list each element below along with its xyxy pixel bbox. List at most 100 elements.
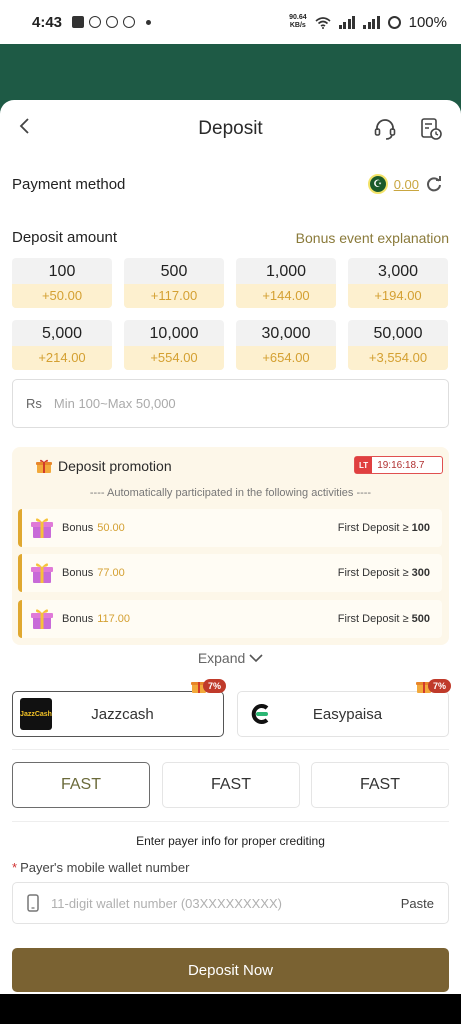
condition-threshold: 100 [411,522,430,534]
amount-input[interactable] [53,396,354,411]
amount-bonus: +554.00 [124,346,224,370]
deposit-history-button[interactable] [418,116,444,142]
deposit-header: Deposit [0,100,461,158]
condition-text: First Deposit ≥ [337,522,409,534]
amount-option[interactable]: 500 +117.00 [124,258,224,308]
history-icon [421,118,442,140]
paste-button[interactable]: Paste [401,896,434,911]
bonus-condition: First Deposit ≥ 500 [338,613,430,625]
payment-method-easypaisa[interactable]: Easypaisa 7% [237,679,452,737]
chevron-down-icon [249,654,263,663]
payer-info-note: Enter payer info for proper crediting [136,834,325,848]
gift-box-icon [31,518,53,538]
bonus-value: 50.00 [97,522,125,534]
badge-percent: 7% [203,679,227,693]
amount-value: 30,000 [261,325,311,342]
divider [12,821,449,822]
timer-value: 19:16:18.7 [377,459,425,471]
gift-box-icon [31,563,53,583]
wifi-icon [315,16,331,29]
amount-bonus: +654.00 [236,346,336,370]
gift-box-icon [31,609,53,629]
method-label: Easypaisa [312,705,383,723]
amount-value: 500 [160,263,188,280]
discount-badge: 7% [416,678,452,694]
promotion-subtitle: ---- Automatically participated in the f… [89,487,372,499]
wallet-balance: 0.00 [393,176,419,192]
amount-bonus: +50.00 [12,284,112,308]
limited-time-tag: LT [355,457,373,473]
channel-option-1[interactable]: FAST [12,762,150,808]
amount-option[interactable]: 3,000 +194.00 [348,258,448,308]
badge-percent: 7% [428,679,452,693]
currency-label: Rs [26,396,42,411]
expand-label: Expand [197,650,246,666]
bonus-value: 77.00 [97,567,125,579]
jazzcash-logo-text: JazzCash [20,710,52,718]
discount-badge: 7% [191,678,227,694]
whatsapp-icon [123,16,136,28]
channel-option-3[interactable]: FAST [311,762,449,808]
easypaisa-logo [247,700,275,728]
amount-bonus: +117.00 [124,284,224,308]
refresh-icon[interactable] [425,175,443,193]
bonus-condition: First Deposit ≥ 300 [338,567,430,579]
method-label: Jazzcash [91,705,154,723]
amount-option[interactable]: 30,000 +654.00 [236,320,336,370]
payment-method-jazzcash[interactable]: JazzCash Jazzcash 7% [12,679,227,737]
amount-bonus: +144.00 [236,284,336,308]
amount-value: 1,000 [265,263,307,280]
amount-bonus: +3,554.00 [348,346,448,370]
promotion-row: Bonus 50.00 First Deposit ≥ 100 [18,509,442,547]
facebook-icon [72,16,85,28]
amount-input-field[interactable]: Rs [12,379,449,428]
promotion-row: Bonus 77.00 First Deposit ≥ 300 [18,554,442,592]
amount-value: 5,000 [41,325,83,342]
customer-support-button[interactable] [372,116,398,142]
bonus-value: 117.00 [97,613,131,625]
amount-option[interactable]: 1,000 +144.00 [236,258,336,308]
amount-option[interactable]: 100 +50.00 [12,258,112,308]
deposit-now-button[interactable]: Deposit Now [12,948,449,992]
net-speed-value: 90.64 [289,14,307,21]
bonus-event-link[interactable]: Bonus event explanation [296,230,449,246]
phone-icon [27,894,39,912]
status-bar: 4:43 90.64 KB/s 100% [0,0,461,44]
battery-level: 100% [408,13,447,31]
amount-value: 100 [48,263,76,280]
amount-option[interactable]: 50,000 +3,554.00 [348,320,448,370]
pakistan-flag-icon: ☪ [367,174,388,194]
wallet-number-field[interactable]: Paste [12,882,449,924]
condition-threshold: 500 [411,613,430,625]
channel-option-2[interactable]: FAST [162,762,300,808]
promotion-row: Bonus 117.00 First Deposit ≥ 500 [18,600,442,638]
wallet-number-label: * Payer's mobile wallet number [12,860,189,875]
status-time: 4:43 [32,13,63,31]
amount-value: 50,000 [373,325,423,342]
bonus-label: Bonus [62,567,94,579]
required-marker: * [12,860,18,875]
expand-button[interactable]: Expand [0,650,461,666]
wallet-number-input[interactable] [51,895,351,911]
amount-option[interactable]: 5,000 +214.00 [12,320,112,370]
deposit-promotion-card: Deposit promotion LT 19:16:18.7 ---- Aut… [12,447,449,645]
wallet-number-label-text: Payer's mobile wallet number [20,860,190,875]
battery-icon [387,15,401,29]
condition-text: First Deposit ≥ [337,613,409,625]
bonus-label: Bonus [62,522,94,534]
deposit-sheet: Deposit Payment method ☪ 0.00 Deposit am… [0,100,461,994]
amount-option[interactable]: 10,000 +554.00 [124,320,224,370]
condition-text: First Deposit ≥ [337,567,409,579]
amount-options: 100 +50.00 500 +117.00 1,000 +144.00 3,000 +… [12,258,449,370]
headset-icon [374,119,396,140]
signal-icon [338,15,356,29]
deposit-amount-label: Deposit amount [12,229,118,246]
system-navigation-bar [0,994,461,1024]
promotion-timer: LT 19:16:18.7 [354,456,443,474]
bonus-condition: First Deposit ≥ 100 [338,522,430,534]
more-notifications-icon [146,19,152,25]
amount-value: 3,000 [377,263,419,280]
amount-bonus: +194.00 [348,284,448,308]
amount-value: 10,000 [149,325,199,342]
divider [12,749,449,750]
